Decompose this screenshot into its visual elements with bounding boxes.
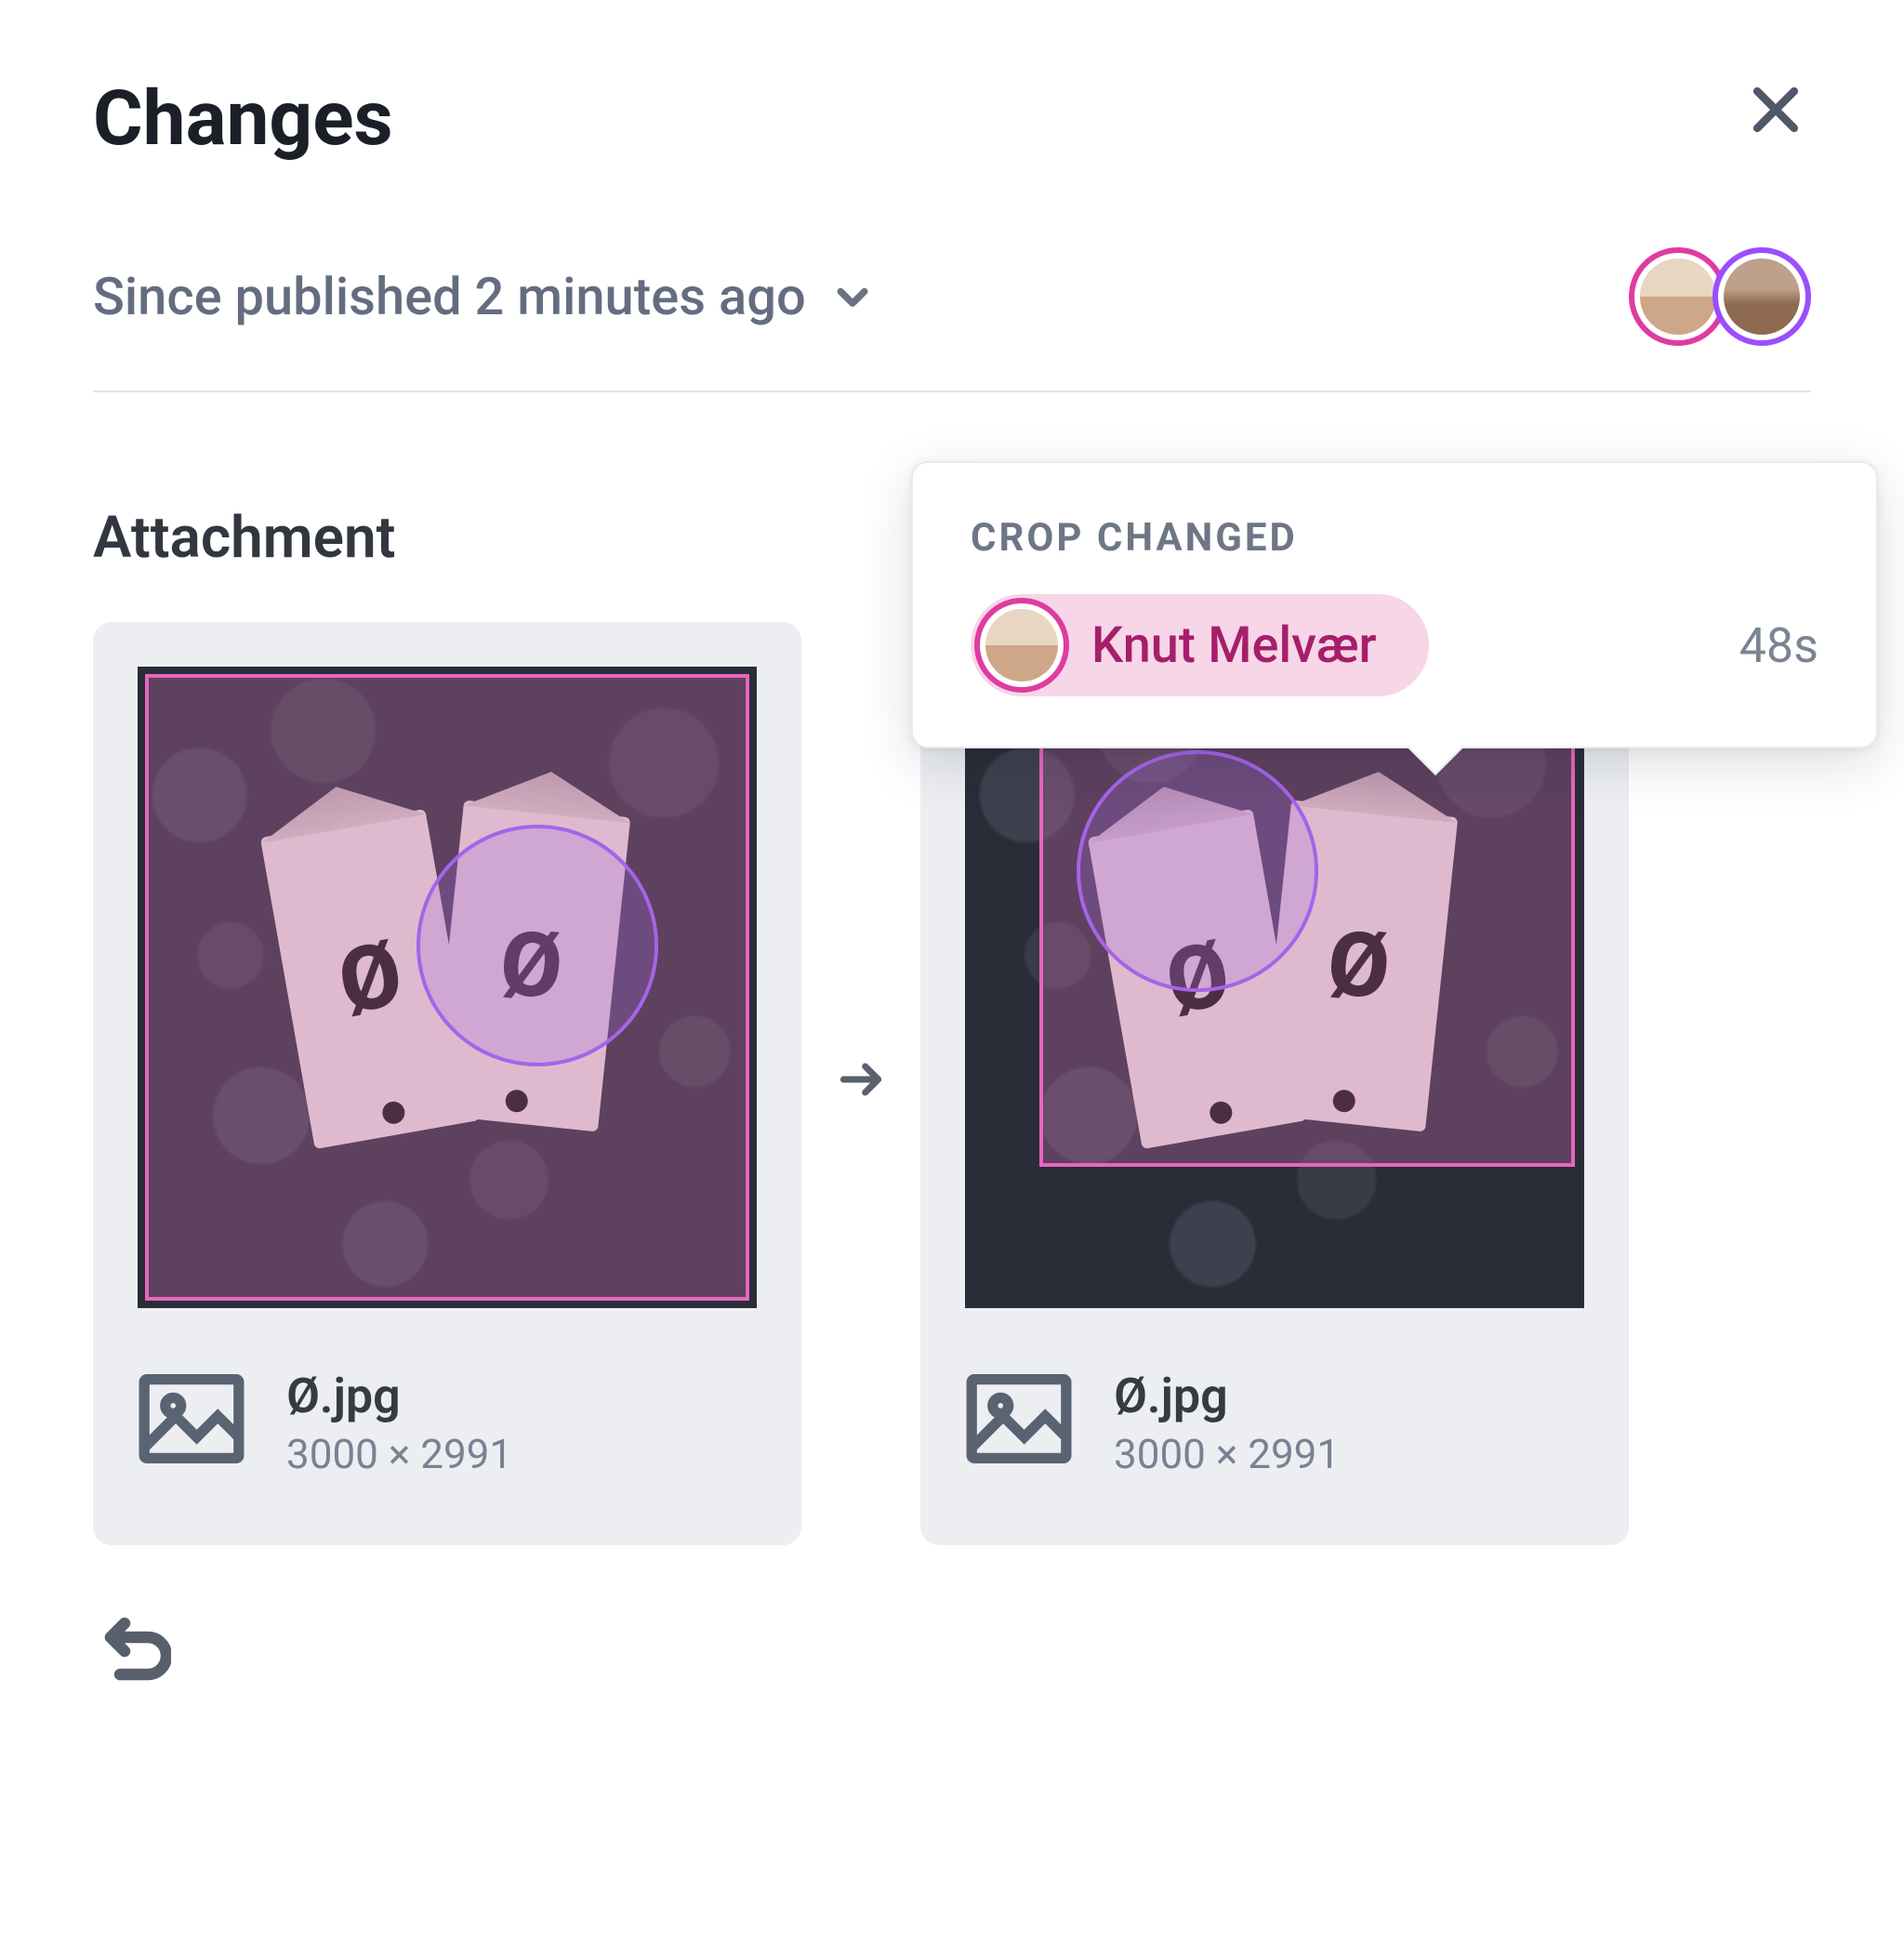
before-image[interactable]: Ø Ø	[138, 667, 757, 1308]
image-file-icon	[138, 1374, 245, 1473]
before-card: Ø Ø Ø.jpg 3000 × 2991	[93, 622, 801, 1545]
close-icon	[1744, 78, 1807, 141]
since-selector[interactable]: Since published 2 minutes ago	[93, 266, 873, 327]
hotspot-circle	[1077, 750, 1318, 992]
revert-button[interactable]	[93, 1610, 175, 1695]
undo-icon	[97, 1614, 171, 1688]
diff-row: Ø Ø Ø.jpg 3000 × 2991 Ø Ø	[93, 622, 1811, 1545]
panel-header: Changes	[93, 74, 1811, 164]
hotspot-circle	[416, 825, 658, 1066]
image-file-icon	[965, 1374, 1073, 1473]
diff-arrow	[835, 1053, 887, 1115]
chevron-down-icon	[832, 276, 873, 317]
panel-subheader: Since published 2 minutes ago	[93, 247, 1811, 392]
avatar-user-2[interactable]	[1712, 247, 1811, 346]
avatar-image	[1640, 258, 1716, 335]
chip-avatar	[974, 598, 1069, 693]
before-filename: Ø.jpg	[286, 1368, 512, 1424]
after-image[interactable]: Ø Ø	[965, 667, 1584, 1308]
avatar-image	[985, 609, 1058, 681]
tooltip-timestamp: 48s	[1739, 617, 1818, 674]
arrow-right-icon	[835, 1053, 887, 1105]
user-chip[interactable]: Knut Melvær	[971, 594, 1429, 696]
after-filename: Ø.jpg	[1114, 1368, 1340, 1424]
after-card: Ø Ø Ø.jpg 3000 × 2991	[920, 622, 1629, 1545]
since-label: Since published 2 minutes ago	[93, 266, 806, 327]
collaborator-avatars	[1629, 247, 1811, 346]
before-dimensions: 3000 × 2991	[286, 1430, 512, 1478]
after-meta: Ø.jpg 3000 × 2991	[965, 1368, 1584, 1478]
tooltip-content: Knut Melvær 48s	[971, 594, 1818, 696]
panel-title: Changes	[93, 74, 393, 164]
before-meta: Ø.jpg 3000 × 2991	[138, 1368, 757, 1478]
close-button[interactable]	[1740, 74, 1811, 148]
tooltip-title: CROP CHANGED	[971, 515, 1818, 561]
after-dimensions: 3000 × 2991	[1114, 1430, 1340, 1478]
avatar-image	[1724, 258, 1800, 335]
change-tooltip: CROP CHANGED Knut Melvær 48s	[911, 461, 1878, 748]
changes-panel: Changes Since published 2 minutes ago At…	[0, 0, 1904, 1958]
chip-username: Knut Melvær	[1091, 616, 1377, 675]
